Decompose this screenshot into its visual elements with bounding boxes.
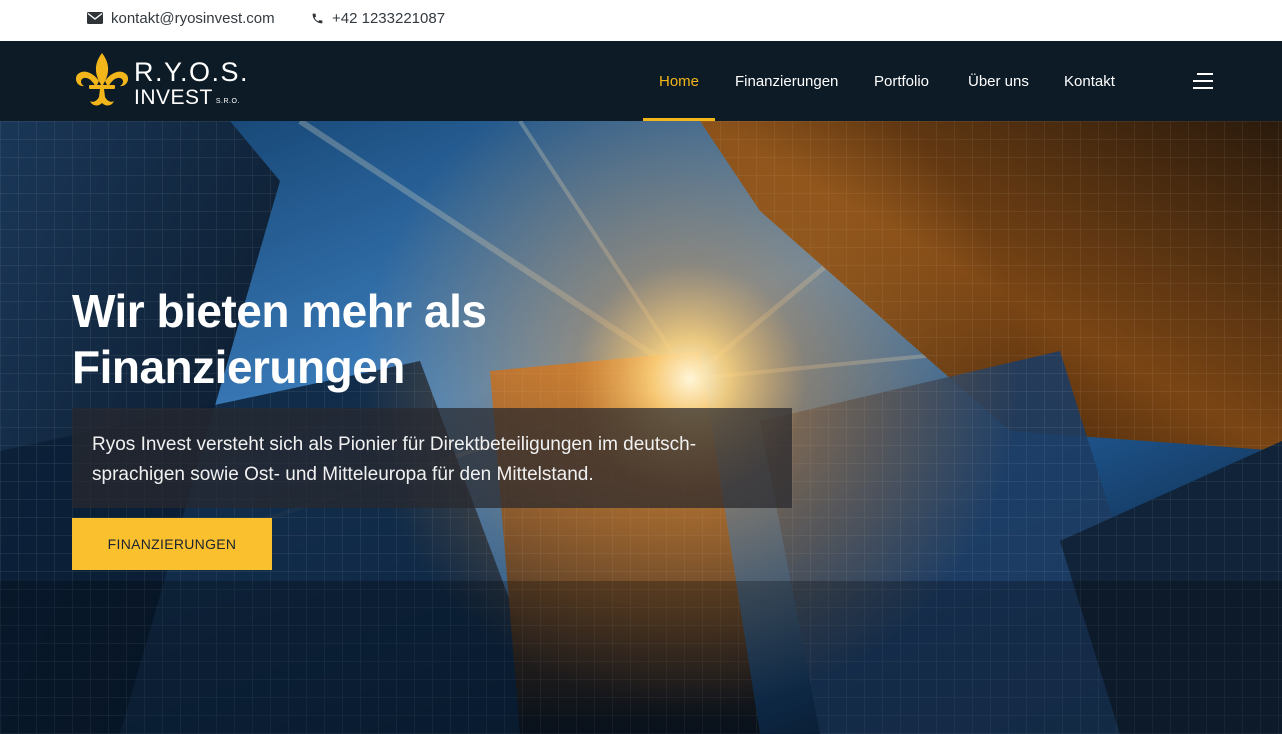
hero-description: Ryos Invest versteht sich als Pionier fü…: [92, 434, 697, 485]
phone-icon: [312, 13, 323, 23]
navbar: R.Y.O.S. INVEST S.R.O. Home Finanzierung…: [0, 41, 1282, 121]
nav-item-ueber-uns[interactable]: Über uns: [968, 41, 1029, 121]
hero-title-line-2: Finanzierungen: [72, 341, 405, 393]
nav-item-finanzierungen[interactable]: Finanzierungen: [735, 41, 838, 121]
brand-legal-form: S.R.O.: [215, 98, 240, 105]
hero-title-line-1: Wir bieten mehr als: [72, 285, 487, 337]
phone-text: +42 1233221087: [332, 9, 446, 27]
envelope-icon: [87, 12, 103, 24]
phone-link[interactable]: +42 1233221087: [311, 0, 445, 36]
contact-bar: kontakt@ryosinvest.com +42 1233221087: [0, 0, 1282, 41]
brand-name: R.Y.O.S.: [134, 57, 250, 87]
brand-subtitle: INVEST: [134, 86, 213, 109]
nav-item-kontakt[interactable]: Kontakt: [1064, 41, 1115, 121]
hero-title: Wir bieten mehr als Finanzierungen: [72, 283, 672, 395]
email-link[interactable]: kontakt@ryosinvest.com: [87, 0, 275, 36]
hamburger-icon[interactable]: [1189, 70, 1215, 92]
finanzierungen-cta-button[interactable]: FINANZIERUNGEN: [72, 518, 272, 570]
fleur-de-lis-icon: [75, 53, 129, 106]
nav-item-home[interactable]: Home: [659, 41, 699, 121]
hero-section: Wir bieten mehr als Finanzierungen Ryos …: [0, 121, 1282, 734]
brand-logo[interactable]: R.Y.O.S. INVEST S.R.O.: [72, 51, 249, 111]
email-text: kontakt@ryosinvest.com: [111, 9, 275, 27]
hero-description-box: Ryos Invest versteht sich als Pionier fü…: [72, 408, 792, 508]
nav-item-portfolio[interactable]: Portfolio: [874, 41, 929, 121]
